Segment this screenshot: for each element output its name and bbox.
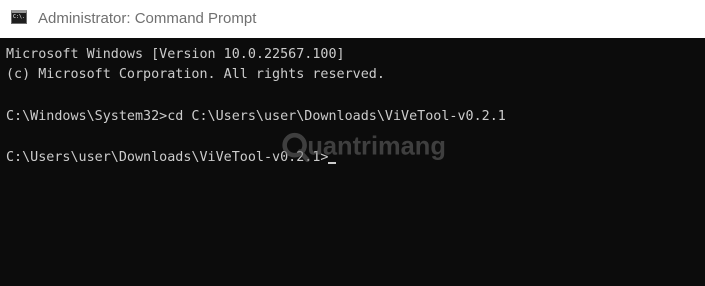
command-prompt-window: C:\. Administrator: Command Prompt Micro… [0,0,705,286]
console-line: Microsoft Windows [Version 10.0.22567.10… [6,47,345,62]
app-icon-text: C:\. [12,14,26,20]
command-prompt-icon[interactable]: C:\. [11,10,27,24]
console-area[interactable]: Microsoft Windows [Version 10.0.22567.10… [0,38,705,286]
title-bar[interactable]: C:\. Administrator: Command Prompt [0,0,705,38]
watermark: uantrimang [282,132,446,162]
console-line: (c) Microsoft Corporation. All rights re… [6,67,385,82]
window-title: Administrator: Command Prompt [38,10,257,27]
q-logo-icon [282,132,310,162]
console-line: C:\Windows\System32>cd C:\Users\user\Dow… [6,109,506,124]
watermark-text: uantrimang [307,132,446,160]
